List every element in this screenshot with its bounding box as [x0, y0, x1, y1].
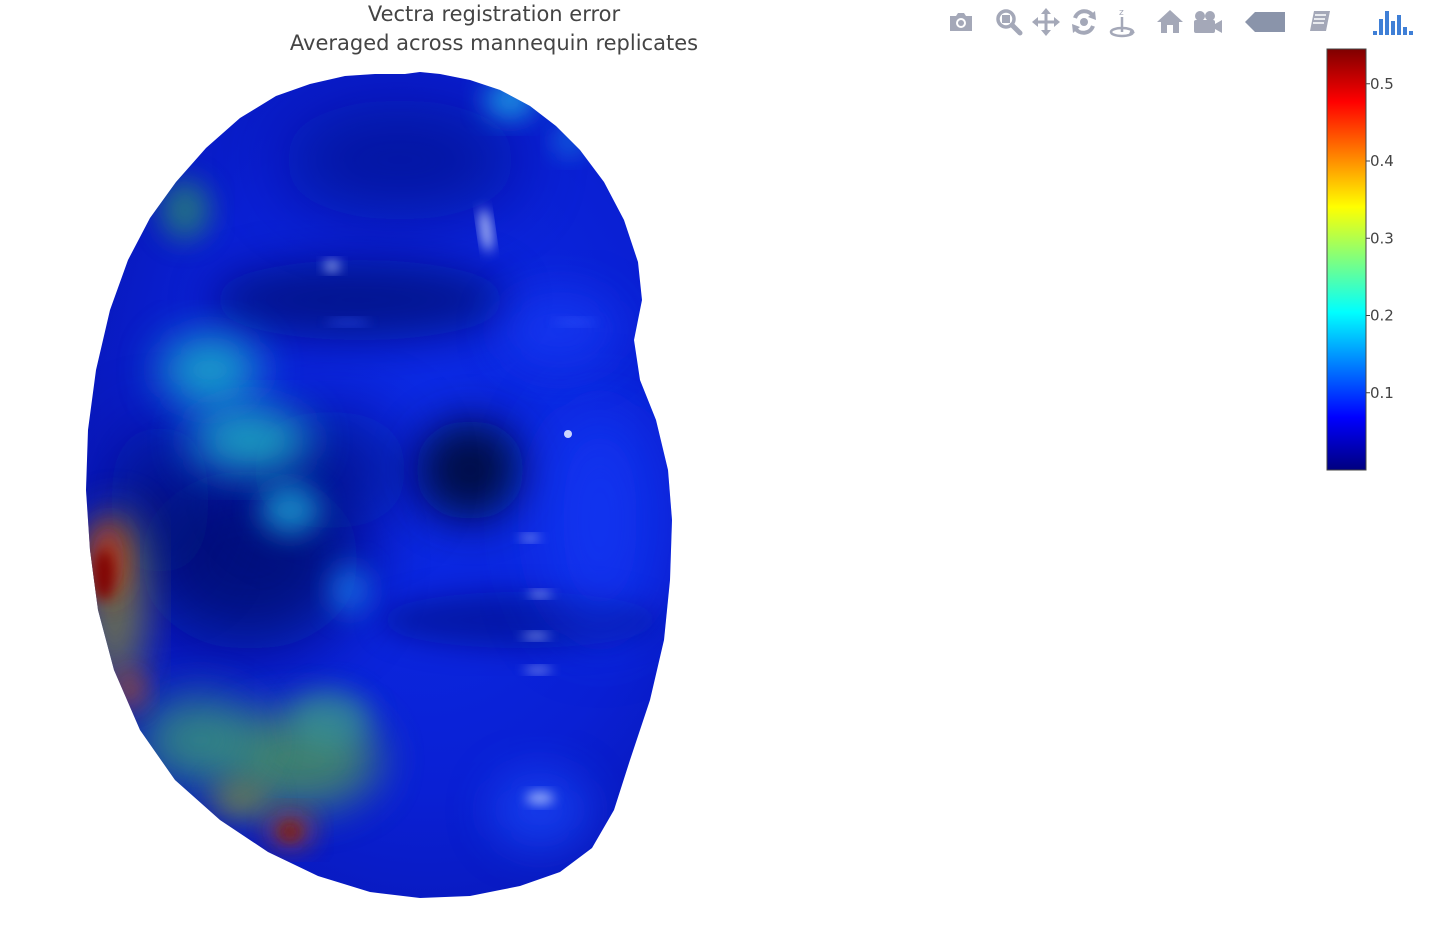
colorbar-tick-label: 0.4 [1370, 152, 1394, 170]
chart-title-main: Vectra registration error [367, 2, 621, 26]
colorbar-tick-label: 0.2 [1370, 307, 1394, 325]
colorbar-gradient [1326, 48, 1367, 471]
svg-text:z: z [1119, 8, 1124, 18]
face-mesh [86, 72, 672, 898]
reset-camera-icon[interactable] [1153, 4, 1187, 40]
colorbar-tick-label: 0.3 [1370, 229, 1394, 247]
spike-lines-icon[interactable] [1303, 4, 1337, 40]
camera-icon[interactable] [944, 4, 978, 40]
colorbar: 0.1 0.2 0.3 0.4 0.5 [1326, 48, 1394, 471]
default-camera-icon[interactable] [1190, 4, 1224, 40]
colorbar-tick-label: 0.5 [1370, 75, 1394, 93]
zoom-icon[interactable] [992, 4, 1026, 40]
face-surface-plot[interactable] [0, 60, 760, 940]
turntable-rotation-icon[interactable]: z [1105, 4, 1139, 40]
chart-title: Vectra registration error Averaged acros… [230, 0, 758, 58]
orbit-rotation-icon[interactable] [1067, 4, 1101, 40]
chart-subtitle: Averaged across mannequin replicates [289, 31, 699, 55]
colorbar-tick-label: 0.1 [1370, 384, 1394, 402]
colorbar-ticks: 0.1 0.2 0.3 0.4 0.5 [1366, 75, 1394, 402]
modebar: z [940, 4, 1420, 40]
plotly-logo-icon[interactable] [1368, 4, 1416, 40]
pan-icon[interactable] [1029, 4, 1063, 40]
hover-toggle-icon[interactable] [1242, 4, 1288, 40]
